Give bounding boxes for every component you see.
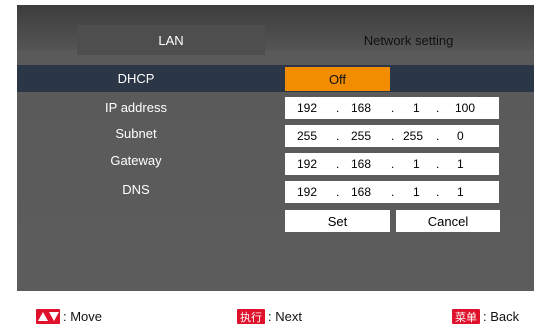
ip-octet-3[interactable]: 1 (413, 101, 420, 115)
hint-next-key: 执行 (237, 309, 265, 324)
dns-octet-2[interactable]: 168 (351, 185, 371, 199)
gateway-sep-3: . (436, 157, 440, 171)
ip-octet-2[interactable]: 168 (351, 101, 371, 115)
dns-octet-4[interactable]: 1 (457, 185, 464, 199)
subnet-octet-2[interactable]: 255 (351, 129, 371, 143)
ip-address-label: IP address (105, 100, 167, 115)
subnet-sep-1: . (336, 129, 340, 143)
settings-panel: LAN Network setting DHCP Off IP address … (17, 5, 534, 291)
dns-octet-3[interactable]: 1 (413, 185, 420, 199)
set-button[interactable]: Set (285, 210, 390, 232)
dhcp-label: DHCP (117, 71, 155, 86)
gateway-label: Gateway (110, 153, 162, 168)
gateway-sep-1: . (336, 157, 340, 171)
ip-octet-4[interactable]: 100 (455, 101, 475, 115)
subnet-octet-1[interactable]: 255 (297, 129, 317, 143)
gateway-sep-2: . (391, 157, 395, 171)
subnet-sep-2: . (391, 129, 395, 143)
tab-network-setting[interactable]: Network setting (283, 25, 534, 55)
cancel-button[interactable]: Cancel (396, 210, 500, 232)
hint-move: : Move (36, 308, 102, 325)
gateway-octet-2[interactable]: 168 (351, 157, 371, 171)
dns-sep-1: . (336, 185, 340, 199)
hint-back-label: : Back (483, 309, 520, 324)
hint-back: 菜单 : Back (452, 308, 519, 325)
subnet-label: Subnet (115, 126, 157, 141)
subnet-field[interactable]: 255 . 255 . 255 . 0 (285, 125, 499, 147)
dns-octet-1[interactable]: 192 (297, 185, 317, 199)
tab-lan[interactable]: LAN (77, 25, 265, 55)
ip-address-field[interactable]: 192 . 168 . 1 . 100 (285, 97, 499, 119)
subnet-octet-3[interactable]: 255 (403, 129, 423, 143)
gateway-field[interactable]: 192 . 168 . 1 . 1 (285, 153, 499, 175)
dns-sep-3: . (436, 185, 440, 199)
dns-label: DNS (122, 182, 150, 197)
gateway-octet-4[interactable]: 1 (457, 157, 464, 171)
subnet-sep-3: . (436, 129, 440, 143)
ip-sep-2: . (391, 101, 395, 115)
subnet-octet-4[interactable]: 0 (457, 129, 464, 143)
dns-sep-2: . (391, 185, 395, 199)
hint-next-label: : Next (268, 309, 302, 324)
dhcp-toggle[interactable]: Off (285, 67, 390, 91)
ip-sep-3: . (436, 101, 440, 115)
gateway-octet-3[interactable]: 1 (413, 157, 420, 171)
footer-hints: : Move 执行 : Next 菜单 : Back (0, 308, 551, 325)
up-down-arrows-icon (36, 309, 60, 324)
hint-back-key: 菜单 (452, 309, 480, 324)
ip-octet-1[interactable]: 192 (297, 101, 317, 115)
gateway-octet-1[interactable]: 192 (297, 157, 317, 171)
hint-move-label: : Move (63, 309, 103, 324)
ip-sep-1: . (336, 101, 340, 115)
hint-next: 执行 : Next (237, 308, 302, 325)
dns-field[interactable]: 192 . 168 . 1 . 1 (285, 181, 499, 203)
